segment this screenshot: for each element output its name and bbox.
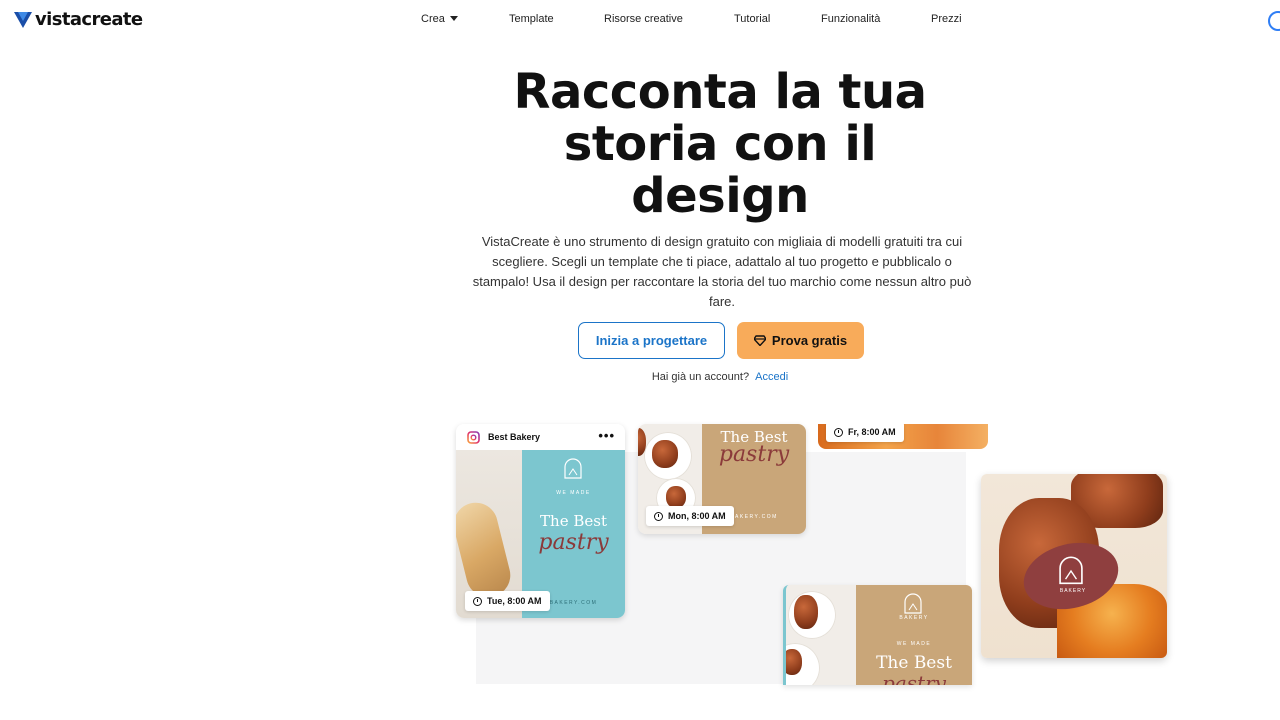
schedule-badge: Fr, 8:00 AM xyxy=(826,424,904,442)
clock-icon xyxy=(654,511,663,521)
post-header: Best Bakery ••• xyxy=(456,424,625,450)
design-script: pastry xyxy=(538,530,609,555)
clock-icon xyxy=(834,427,843,437)
start-designing-button[interactable]: Inizia a progettare xyxy=(578,322,725,359)
diamond-icon xyxy=(753,335,766,346)
canele xyxy=(652,440,678,468)
caret-down-icon xyxy=(449,16,458,21)
design-script: pastry xyxy=(882,671,946,685)
instagram-icon xyxy=(467,430,480,444)
design-tagline: WE MADE xyxy=(556,490,591,496)
scheduled-post-card: Fr, 8:00 AM xyxy=(818,424,988,449)
design-headline: The Best xyxy=(876,653,952,673)
design-script: pastry xyxy=(718,442,790,467)
eclair-shape xyxy=(456,498,515,602)
bakery-brand-mark: BAKERY xyxy=(899,615,929,621)
canele xyxy=(666,486,686,508)
clock-icon xyxy=(473,596,482,606)
hero-title-line: Racconta la tua xyxy=(513,64,927,120)
user-account-icon[interactable] xyxy=(1268,11,1280,31)
hero-title-line: storia con il xyxy=(563,116,877,172)
design-panel: BAKERY WE MADE The Best pastry xyxy=(856,585,972,685)
nav-item-risorse-creative[interactable]: Risorse creative xyxy=(604,13,683,25)
scheduled-post-card: The Best pastry BAKERY.COM Mon, 8:00 AM xyxy=(638,424,806,534)
schedule-time: Fr, 8:00 AM xyxy=(848,427,896,437)
design-tagline: WE MADE xyxy=(896,641,932,647)
login-prompt-text: Hai già un account? xyxy=(651,371,750,383)
try-free-button[interactable]: Prova gratis xyxy=(737,322,864,359)
vistacreate-logo-icon xyxy=(14,11,32,28)
vistacreate-logo[interactable]: vistacreate xyxy=(14,9,143,30)
more-options-icon[interactable]: ••• xyxy=(598,428,615,443)
schedule-time: Mon, 8:00 AM xyxy=(668,511,726,521)
bakery-brand-mark: BAKERY xyxy=(1059,588,1087,594)
nav-item-template[interactable]: Template xyxy=(509,13,554,25)
bakery-emblem-icon xyxy=(1059,556,1083,585)
logo-wordmark: vistacreate xyxy=(35,9,143,30)
nav-item-tutorial[interactable]: Tutorial xyxy=(734,13,770,25)
bakery-emblem-icon xyxy=(564,458,582,479)
hero-title: Racconta la tua storia con il design xyxy=(420,66,1020,222)
nav-item-crea[interactable]: Crea xyxy=(421,13,458,25)
post-account-name: Best Bakery xyxy=(488,432,541,442)
canele xyxy=(794,595,818,629)
schedule-time: Tue, 8:00 AM xyxy=(487,596,542,606)
canele-photo xyxy=(786,585,856,685)
hero-title-line: design xyxy=(631,168,809,224)
login-link[interactable]: Accedi xyxy=(755,371,788,383)
hero-description: VistaCreate è uno strumento di design gr… xyxy=(472,234,972,309)
design-headline: The Best xyxy=(540,512,607,530)
schedule-badge: Mon, 8:00 AM xyxy=(646,506,734,526)
try-free-label: Prova gratis xyxy=(771,333,848,348)
nav-item-crea-label: Crea xyxy=(421,13,445,25)
nav-item-prezzi[interactable]: Prezzi xyxy=(931,13,962,25)
nav-item-funzionalita[interactable]: Funzionalità xyxy=(821,13,880,25)
canele-photo-card: BAKERY xyxy=(981,474,1167,658)
login-prompt: Hai già un account? Accedi xyxy=(560,371,880,383)
design-template-card: BAKERY WE MADE The Best pastry xyxy=(783,585,972,685)
canele xyxy=(786,649,802,675)
instagram-post-preview: Best Bakery ••• WE MADE The Best pastry … xyxy=(456,424,625,618)
bakery-emblem-icon xyxy=(904,593,922,614)
schedule-badge: Tue, 8:00 AM xyxy=(465,591,550,611)
